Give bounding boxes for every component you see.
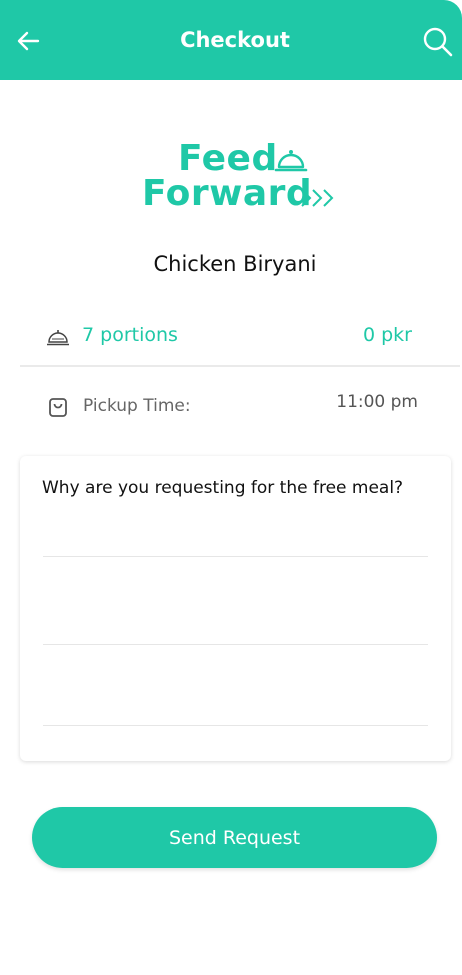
logo-text-line2: Forward: [142, 173, 313, 214]
chevrons-icon: [301, 189, 334, 207]
send-request-button[interactable]: Send Request: [32, 807, 437, 868]
pickup-time-value: 11:00 pm: [336, 392, 418, 412]
search-icon: [423, 27, 453, 57]
food-name: Chicken Biryani: [153, 252, 317, 276]
reason-card: Why are you requesting for the free meal…: [20, 456, 451, 766]
price-label: 0 pkr: [362, 324, 412, 346]
pickup-row: Pickup Time: 11:00 pm: [20, 388, 460, 424]
reason-input[interactable]: [43, 516, 428, 766]
page-title: Checkout: [180, 28, 290, 52]
portions-label: 7 portions: [82, 324, 178, 346]
cloche-icon: [274, 150, 308, 172]
feed-forward-logo: Feed Forward: [140, 140, 340, 216]
cloche-icon: [47, 330, 69, 346]
shopping-bag-icon: [49, 398, 67, 417]
divider: [20, 365, 460, 367]
reason-question: Why are you requesting for the free meal…: [42, 478, 404, 498]
search-button[interactable]: [422, 26, 454, 58]
app-bar: Checkout: [0, 0, 462, 80]
pickup-time-label: Pickup Time:: [83, 396, 191, 416]
portion-row: 7 portions 0 pkr: [20, 318, 460, 356]
